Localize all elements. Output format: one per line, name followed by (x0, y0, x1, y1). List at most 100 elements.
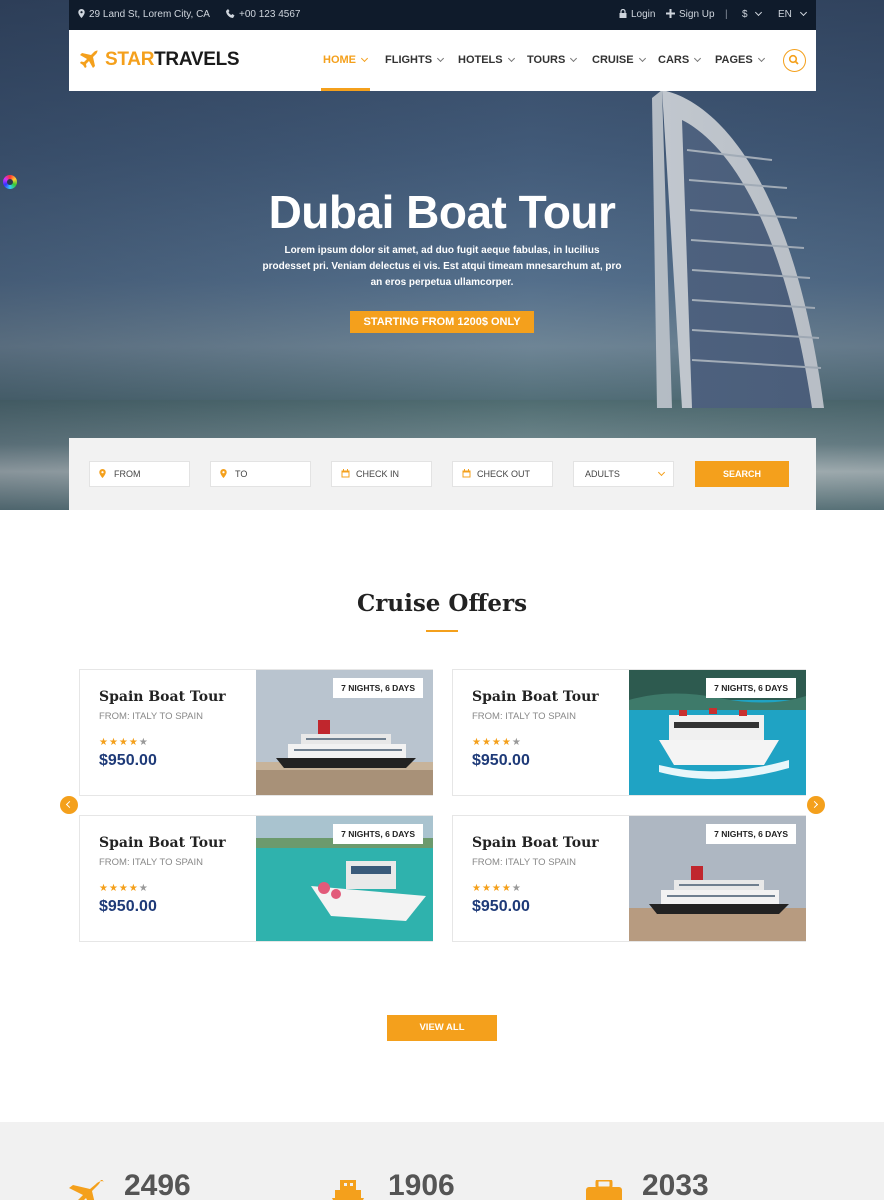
to-placeholder: TO (235, 469, 248, 479)
offer-title[interactable]: Spain Boat Tour (99, 689, 226, 705)
carousel-next-button[interactable] (807, 796, 825, 814)
luggage-icon (586, 1180, 622, 1200)
offer-price: $950.00 (99, 898, 157, 915)
offer-title[interactable]: Spain Boat Tour (472, 689, 599, 705)
search-toggle-button[interactable] (783, 49, 806, 72)
chevron-down-icon (657, 468, 666, 477)
adults-select[interactable]: ADULTS (573, 461, 674, 487)
section-title-underline (426, 630, 458, 632)
phone-info: +00 123 4567 (226, 9, 300, 20)
chevron-left-icon (65, 800, 74, 809)
nav-label: PAGES (715, 54, 753, 66)
search-bar: FROM TO CHECK IN CHECK OUT ADULTS SEARCH (69, 438, 816, 510)
cruise-ship-image[interactable]: 7 NIGHTS, 6 DAYS (629, 816, 806, 941)
nav-item-tours[interactable]: TOURS (527, 54, 578, 66)
ship-icon (332, 1180, 364, 1200)
login-link[interactable]: Login (619, 8, 656, 20)
speedboat-image[interactable]: 7 NIGHTS, 6 DAYS (629, 670, 806, 795)
offer-card[interactable]: Spain Boat Tour FROM: ITALY TO SPAIN ★★★… (452, 815, 806, 942)
star-rating: ★★★★★ (472, 883, 522, 894)
carousel-prev-button[interactable] (60, 796, 78, 814)
duration-badge: 7 NIGHTS, 6 DAYS (706, 824, 796, 844)
map-pin-icon (99, 469, 106, 478)
nav-item-hotels[interactable]: HOTELS (458, 54, 515, 66)
offer-route: FROM: ITALY TO SPAIN (99, 711, 203, 722)
chevron-down-icon (360, 54, 369, 63)
to-field[interactable]: TO (210, 461, 311, 487)
view-all-button[interactable]: VIEW ALL (387, 1015, 497, 1041)
stat-value: 2496 (124, 1169, 191, 1200)
plane-logo-icon (80, 50, 98, 68)
currency-label: $ (742, 9, 748, 20)
currency-select[interactable]: $ (742, 8, 763, 20)
offer-price: $950.00 (99, 752, 157, 769)
offer-price: $950.00 (472, 898, 530, 915)
top-bar: 29 Land St, Lorem City, CA +00 123 4567 … (69, 0, 816, 30)
nav-item-cars[interactable]: CARS (658, 54, 702, 66)
section-title: Cruise Offers (356, 590, 528, 617)
checkin-placeholder: CHECK IN (356, 469, 400, 479)
star-rating: ★★★★★ (99, 737, 149, 748)
chevron-down-icon (570, 54, 578, 63)
hero-title: Dubai Boat Tour (268, 186, 616, 238)
search-icon (788, 54, 799, 65)
fishing-boat-image[interactable]: 7 NIGHTS, 6 DAYS (256, 816, 433, 941)
map-pin-icon (78, 9, 85, 18)
signup-label: Sign Up (679, 9, 715, 20)
cruise-ship-image[interactable]: 7 NIGHTS, 6 DAYS (256, 670, 433, 795)
checkout-placeholder: CHECK OUT (477, 469, 531, 479)
offer-title[interactable]: Spain Boat Tour (472, 835, 599, 851)
nav-label: HOME (323, 54, 356, 66)
adults-label: ADULTS (585, 469, 620, 479)
offer-card[interactable]: Spain Boat Tour FROM: ITALY TO SPAIN ★★★… (452, 669, 806, 796)
checkout-field[interactable]: CHECK OUT (452, 461, 553, 487)
nav-item-home[interactable]: HOME (323, 54, 369, 66)
main-navbar: STARTRAVELS HOME FLIGHTS HOTELS TOURS CR… (69, 30, 816, 91)
nav-item-cruise[interactable]: CRUISE (592, 54, 646, 66)
duration-badge: 7 NIGHTS, 6 DAYS (333, 824, 423, 844)
language-select[interactable]: EN (778, 8, 807, 20)
nav-label: CRUISE (592, 54, 634, 66)
chevron-down-icon (799, 8, 807, 17)
lock-icon (619, 8, 627, 18)
from-placeholder: FROM (114, 469, 141, 479)
nav-label: HOTELS (458, 54, 503, 66)
hero-description: Lorem ipsum dolor sit amet, ad duo fugit… (262, 245, 622, 288)
stats-section: 2496 1906 2033 (0, 1122, 884, 1200)
nav-label: TOURS (527, 54, 566, 66)
plane-icon (69, 1180, 104, 1200)
offer-route: FROM: ITALY TO SPAIN (472, 711, 576, 722)
chevron-right-icon (810, 800, 819, 809)
offer-price: $950.00 (472, 752, 530, 769)
plus-icon (666, 9, 675, 18)
brand-travels: TRAVELS (154, 49, 240, 70)
offer-title[interactable]: Spain Boat Tour (99, 835, 226, 851)
chevron-down-icon (638, 54, 646, 63)
offer-route: FROM: ITALY TO SPAIN (99, 857, 203, 868)
brand-star: STAR (105, 49, 155, 70)
language-label: EN (778, 9, 792, 20)
chevron-down-icon (755, 8, 763, 17)
chevron-down-icon (757, 54, 765, 63)
search-button[interactable]: SEARCH (695, 461, 789, 487)
star-rating: ★★★★★ (472, 737, 522, 748)
chevron-down-icon (437, 54, 445, 63)
stat-value: 1906 (388, 1169, 455, 1200)
checkin-field[interactable]: CHECK IN (331, 461, 432, 487)
calendar-icon (462, 469, 471, 478)
signup-link[interactable]: Sign Up (666, 9, 715, 20)
offer-card[interactable]: Spain Boat Tour FROM: ITALY TO SPAIN ★★★… (79, 669, 433, 796)
phone-icon (226, 9, 235, 18)
from-field[interactable]: FROM (89, 461, 190, 487)
calendar-icon (341, 469, 350, 478)
site-logo[interactable]: STARTRAVELS (79, 47, 240, 73)
hero-cta-button[interactable]: STARTING FROM 1200$ ONLY (350, 311, 534, 333)
star-rating: ★★★★★ (99, 883, 149, 894)
chevron-down-icon (694, 54, 702, 63)
nav-item-pages[interactable]: PAGES (715, 54, 765, 66)
address-text: 29 Land St, Lorem City, CA (89, 9, 210, 20)
address-info: 29 Land St, Lorem City, CA (78, 9, 210, 20)
nav-item-flights[interactable]: FLIGHTS (385, 54, 445, 66)
login-label: Login (631, 9, 656, 20)
offer-card[interactable]: Spain Boat Tour FROM: ITALY TO SPAIN ★★★… (79, 815, 433, 942)
